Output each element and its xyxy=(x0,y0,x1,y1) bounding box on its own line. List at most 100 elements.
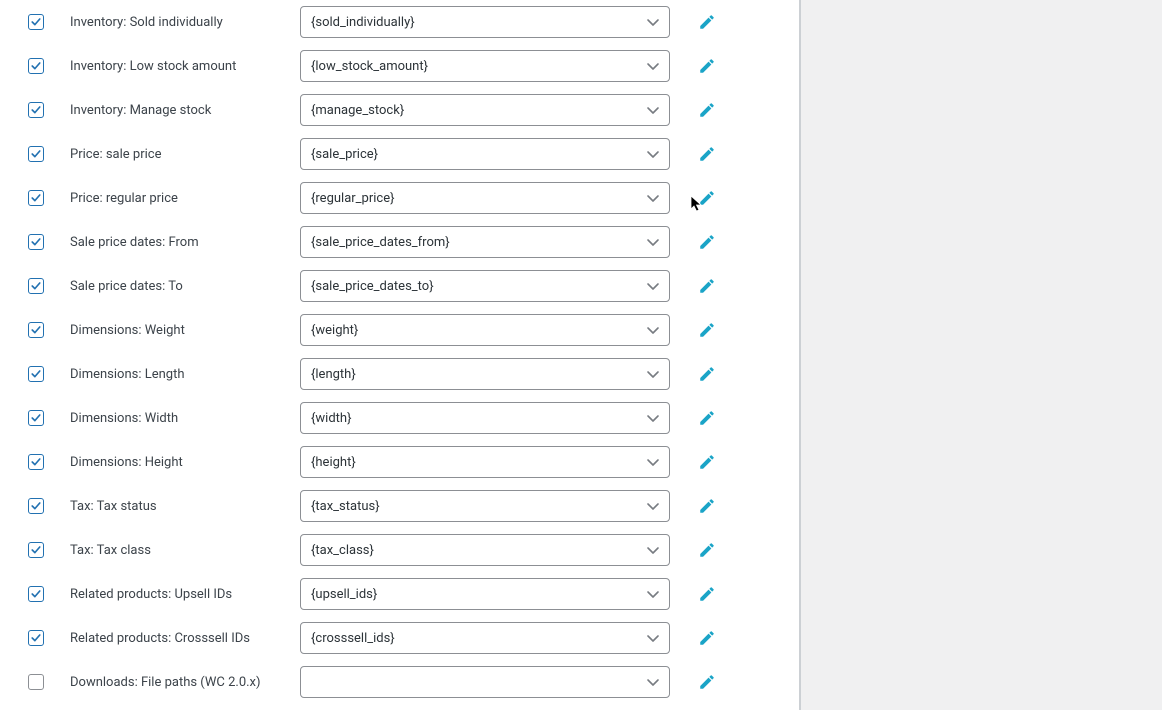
pencil-icon[interactable] xyxy=(698,365,716,383)
field-select[interactable]: {weight} xyxy=(300,314,670,346)
checkbox-cell xyxy=(14,234,70,250)
field-checkbox[interactable] xyxy=(28,410,44,426)
pencil-icon[interactable] xyxy=(698,673,716,691)
pencil-icon[interactable] xyxy=(698,497,716,515)
field-select[interactable]: {manage_stock} xyxy=(300,94,670,126)
chevron-down-icon xyxy=(645,366,661,382)
check-icon xyxy=(30,412,42,424)
field-label: Dimensions: Length xyxy=(70,367,300,382)
chevron-down-icon xyxy=(645,674,661,690)
field-row: Inventory: Manage stock {manage_stock} xyxy=(14,88,799,132)
select-value: {crosssell_ids} xyxy=(311,631,395,646)
field-checkbox[interactable] xyxy=(28,586,44,602)
check-icon xyxy=(30,148,42,160)
chevron-down-icon xyxy=(645,454,661,470)
field-select[interactable]: {sold_individually} xyxy=(300,6,670,38)
check-icon xyxy=(30,632,42,644)
field-select[interactable]: {height} xyxy=(300,446,670,478)
field-select[interactable]: {sale_price_dates_from} xyxy=(300,226,670,258)
field-label: Dimensions: Weight xyxy=(70,323,300,338)
field-row: Tax: Tax class {tax_class} xyxy=(14,528,799,572)
chevron-down-icon xyxy=(645,498,661,514)
check-icon xyxy=(30,588,42,600)
select-value: {sale_price_dates_to} xyxy=(311,279,434,294)
checkbox-cell xyxy=(14,542,70,558)
field-checkbox[interactable] xyxy=(28,146,44,162)
field-checkbox[interactable] xyxy=(28,278,44,294)
field-row: Dimensions: Height {height} xyxy=(14,440,799,484)
field-label: Inventory: Sold individually xyxy=(70,15,300,30)
field-checkbox[interactable] xyxy=(28,58,44,74)
checkbox-cell xyxy=(14,322,70,338)
pencil-icon[interactable] xyxy=(698,541,716,559)
select-value: {tax_class} xyxy=(311,543,374,558)
field-checkbox[interactable] xyxy=(28,542,44,558)
field-checkbox[interactable] xyxy=(28,102,44,118)
field-select[interactable]: {sale_price} xyxy=(300,138,670,170)
checkbox-cell xyxy=(14,58,70,74)
pencil-icon[interactable] xyxy=(698,57,716,75)
pencil-icon[interactable] xyxy=(698,629,716,647)
field-select[interactable]: {low_stock_amount} xyxy=(300,50,670,82)
checkbox-cell xyxy=(14,674,70,690)
check-icon xyxy=(30,192,42,204)
chevron-down-icon xyxy=(645,278,661,294)
field-checkbox[interactable] xyxy=(28,322,44,338)
pencil-icon[interactable] xyxy=(698,409,716,427)
check-icon xyxy=(30,544,42,556)
checkbox-cell xyxy=(14,190,70,206)
field-checkbox[interactable] xyxy=(28,674,44,690)
chevron-down-icon xyxy=(645,542,661,558)
field-select[interactable]: {crosssell_ids} xyxy=(300,622,670,654)
select-value: {weight} xyxy=(311,323,358,338)
field-select[interactable]: {tax_class} xyxy=(300,534,670,566)
field-row: Sale price dates: From {sale_price_dates… xyxy=(14,220,799,264)
select-value: {sale_price_dates_from} xyxy=(311,235,450,250)
field-checkbox[interactable] xyxy=(28,366,44,382)
field-row: Related products: Upsell IDs {upsell_ids… xyxy=(14,572,799,616)
checkbox-cell xyxy=(14,366,70,382)
pencil-icon[interactable] xyxy=(698,277,716,295)
field-checkbox[interactable] xyxy=(28,190,44,206)
select-value: {sold_individually} xyxy=(311,15,415,30)
field-row: Dimensions: Weight {weight} xyxy=(14,308,799,352)
chevron-down-icon xyxy=(645,234,661,250)
field-row: Sale price dates: To {sale_price_dates_t… xyxy=(14,264,799,308)
field-select[interactable]: {tax_status} xyxy=(300,490,670,522)
field-checkbox[interactable] xyxy=(28,14,44,30)
field-checkbox[interactable] xyxy=(28,498,44,514)
checkbox-cell xyxy=(14,630,70,646)
pencil-icon[interactable] xyxy=(698,101,716,119)
field-row: Inventory: Low stock amount {low_stock_a… xyxy=(14,44,799,88)
field-checkbox[interactable] xyxy=(28,234,44,250)
scrollbar[interactable] xyxy=(1157,0,1162,710)
field-label: Inventory: Manage stock xyxy=(70,103,300,118)
field-select[interactable]: {sale_price_dates_to} xyxy=(300,270,670,302)
field-checkbox[interactable] xyxy=(28,454,44,470)
field-select[interactable]: {length} xyxy=(300,358,670,390)
pencil-icon[interactable] xyxy=(698,189,716,207)
pencil-icon[interactable] xyxy=(698,13,716,31)
pencil-icon[interactable] xyxy=(698,233,716,251)
check-icon xyxy=(30,456,42,468)
checkbox-cell xyxy=(14,102,70,118)
field-select[interactable]: {upsell_ids} xyxy=(300,578,670,610)
field-select[interactable]: {regular_price} xyxy=(300,182,670,214)
check-icon xyxy=(30,500,42,512)
check-icon xyxy=(30,60,42,72)
field-row: Inventory: Sold individually {sold_indiv… xyxy=(14,0,799,44)
pencil-icon[interactable] xyxy=(698,145,716,163)
field-label: Tax: Tax status xyxy=(70,499,300,514)
field-label: Inventory: Low stock amount xyxy=(70,59,300,74)
pencil-icon[interactable] xyxy=(698,321,716,339)
pencil-icon[interactable] xyxy=(698,453,716,471)
chevron-down-icon xyxy=(645,190,661,206)
checkbox-cell xyxy=(14,14,70,30)
pencil-icon[interactable] xyxy=(698,585,716,603)
select-value: {length} xyxy=(311,367,356,382)
field-select[interactable]: {width} xyxy=(300,402,670,434)
field-label: Downloads: File paths (WC 2.0.x) xyxy=(70,675,300,690)
field-select[interactable] xyxy=(300,666,670,698)
field-row: Related products: Crosssell IDs {crossse… xyxy=(14,616,799,660)
field-checkbox[interactable] xyxy=(28,630,44,646)
